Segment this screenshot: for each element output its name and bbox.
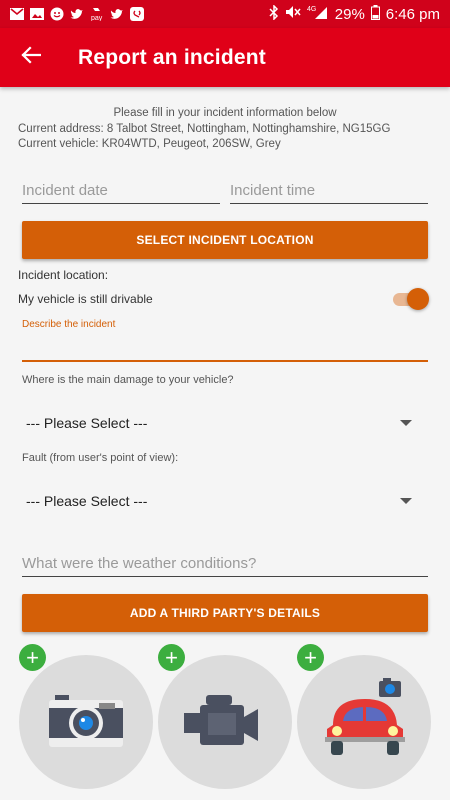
battery-percent: 29% <box>334 5 365 23</box>
network-type: 4G <box>307 6 316 13</box>
battery-icon <box>370 4 380 24</box>
fault-select[interactable]: --- Please Select --- <box>22 488 428 514</box>
incident-time-input[interactable] <box>230 178 428 203</box>
clock: 6:46 pm <box>385 5 440 23</box>
incident-date-field[interactable] <box>22 178 220 204</box>
damage-select[interactable]: --- Please Select --- <box>22 410 428 436</box>
twitter-icon <box>70 7 84 21</box>
toggle-thumb <box>407 288 429 310</box>
damage-question: Where is the main damage to your vehicle… <box>22 374 234 386</box>
vehicle-photo-circle[interactable] <box>297 655 431 789</box>
status-bar: pay 4G 29% 6:46 pm <box>0 0 450 28</box>
smiley-icon <box>50 7 64 21</box>
notification-icons: pay <box>0 7 144 22</box>
current-address: Current address: 8 Talbot Street, Nottin… <box>18 122 391 135</box>
add-vehicle-photo-button[interactable]: + <box>297 644 324 671</box>
fault-select-value: --- Please Select --- <box>26 493 148 509</box>
dropdown-arrow-icon <box>400 498 412 504</box>
car-camera-icon <box>319 675 411 766</box>
damage-select-value: --- Please Select --- <box>26 415 148 431</box>
incident-info: Please fill in your incident information… <box>18 106 432 153</box>
select-incident-location-button[interactable]: SELECT INCIDENT LOCATION <box>22 221 428 259</box>
mute-icon <box>285 5 301 23</box>
fault-question: Fault (from user's point of view): <box>22 452 179 464</box>
pay-icon: pay <box>90 7 104 22</box>
shazam-icon <box>130 7 144 21</box>
system-status: 4G 29% 6:46 pm <box>269 0 440 28</box>
video-camera-icon <box>182 695 268 756</box>
weather-field[interactable] <box>22 551 428 577</box>
drivable-label: My vehicle is still drivable <box>18 292 153 306</box>
add-photo-button[interactable]: + <box>19 644 46 671</box>
signal-icon: 4G <box>307 4 329 24</box>
dropdown-arrow-icon <box>400 420 412 426</box>
weather-input[interactable] <box>22 551 428 576</box>
gmail-icon <box>10 7 24 21</box>
twitter-icon-2 <box>110 7 124 21</box>
bluetooth-icon <box>269 3 279 24</box>
gallery-icon <box>30 7 44 21</box>
add-video-button[interactable]: + <box>158 644 185 671</box>
app-bar: Report an incident <box>0 28 450 87</box>
incident-date-input[interactable] <box>22 178 220 203</box>
current-vehicle: Current vehicle: KR04WTD, Peugeot, 206SW… <box>18 138 281 150</box>
video-circle[interactable] <box>158 655 292 789</box>
camera-icon <box>49 695 123 752</box>
incident-location-label: Incident location: <box>18 268 109 282</box>
back-arrow-icon <box>21 46 42 69</box>
back-button[interactable] <box>0 28 62 87</box>
describe-incident-label: Describe the incident <box>22 319 116 330</box>
incident-time-field[interactable] <box>230 178 428 204</box>
describe-incident-input[interactable] <box>22 360 428 362</box>
drivable-toggle[interactable] <box>393 288 429 310</box>
info-instruction: Please fill in your incident information… <box>113 107 337 119</box>
svg-text:pay: pay <box>91 15 103 21</box>
photo-circle[interactable] <box>19 655 153 789</box>
add-third-party-button[interactable]: ADD A THIRD PARTY'S DETAILS <box>22 594 428 632</box>
page-title: Report an incident <box>78 45 266 69</box>
